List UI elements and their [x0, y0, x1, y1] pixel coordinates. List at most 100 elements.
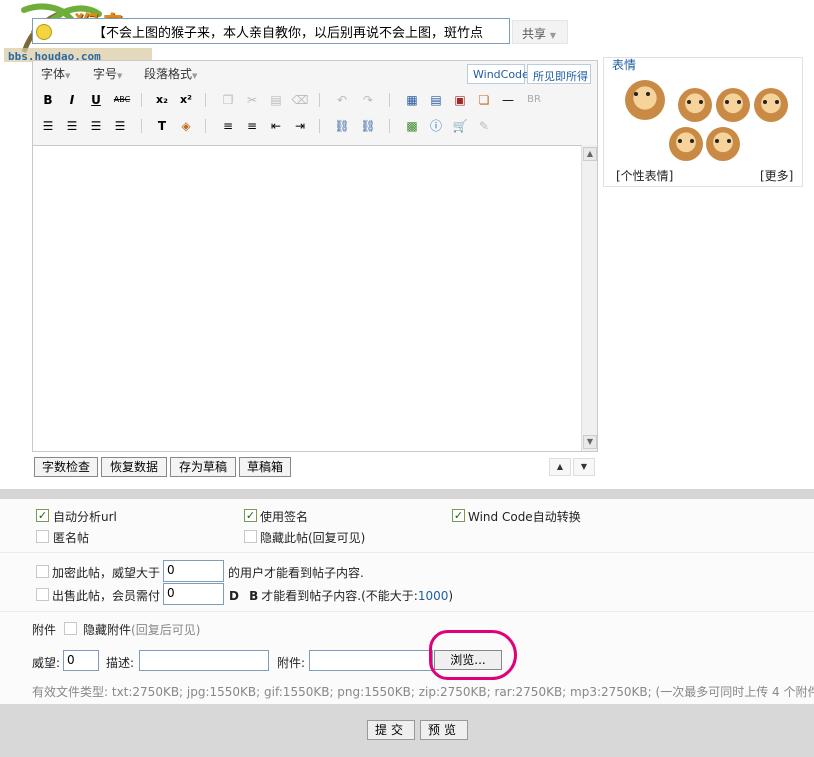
encrypt-suffix: 的用户才能看到帖子内容. — [228, 566, 364, 580]
windcode-convert-label: Wind Code自动转换 — [468, 510, 581, 524]
toolbar-separator — [389, 93, 390, 107]
align-justify-icon[interactable]: ☰ — [111, 117, 129, 135]
submit-button[interactable]: 提交 — [367, 720, 415, 740]
document-icon[interactable]: ▤ — [427, 91, 445, 109]
paragraph-format-menu[interactable]: 段落格式▼ — [144, 65, 197, 82]
auto-url-label: 自动分析url — [53, 510, 117, 524]
monkey-emoticon-icon[interactable] — [716, 88, 750, 122]
strikethrough-icon[interactable]: ABC — [111, 91, 133, 109]
chevron-down-icon: ▼ — [65, 72, 71, 80]
editor-scrollbar[interactable]: ▲ ▼ — [581, 145, 597, 451]
divider — [0, 611, 814, 612]
highlight-circle-annotation — [429, 630, 517, 680]
anonymous-label: 匿名帖 — [53, 531, 90, 545]
sell-checkbox[interactable] — [36, 588, 49, 601]
windcode-convert-checkbox[interactable]: ✓ — [452, 509, 465, 522]
insert-table-icon[interactable]: ▦ — [403, 91, 421, 109]
media-icon[interactable]: ▣ — [451, 91, 469, 109]
info-icon[interactable]: ⓘ — [427, 117, 445, 135]
indent-icon[interactable]: ⇥ — [291, 117, 309, 135]
prestige-label: 威望: — [32, 656, 61, 670]
horizontal-rule-icon[interactable]: — — [499, 91, 517, 109]
scroll-up-icon[interactable]: ▲ — [583, 147, 597, 161]
custom-emoticon-link[interactable]: [个性表情] — [616, 167, 673, 184]
monkey-emoticon-icon[interactable] — [678, 88, 712, 122]
insert-image-icon[interactable]: ▩ — [403, 117, 421, 135]
unordered-list-icon[interactable]: ≡ — [243, 117, 261, 135]
hide-attachment-note: (回复后可见) — [131, 623, 201, 637]
title-input[interactable]: 【不会上图的猴子来，本人亲自教你，以后别再说不会上图，斑竹点 — [32, 18, 510, 44]
link-icon[interactable]: ⛓ — [333, 117, 351, 135]
share-button[interactable]: 共享 ▼ — [512, 20, 568, 44]
draft-box-button[interactable]: 草稿箱 — [239, 457, 291, 477]
cut-icon[interactable]: ✂ — [243, 91, 261, 109]
italic-icon[interactable]: I — [63, 91, 81, 109]
file-path-input[interactable] — [309, 650, 433, 671]
font-color-icon[interactable]: T — [153, 117, 171, 135]
tab-windcode[interactable]: WindCode — [467, 64, 529, 84]
encrypt-prestige-input[interactable]: 0 — [163, 560, 224, 582]
toolbar-separator — [389, 119, 390, 133]
auto-url-checkbox[interactable]: ✓ — [36, 509, 49, 522]
font-menu[interactable]: 字体▼ — [41, 65, 70, 82]
encrypt-checkbox[interactable] — [36, 565, 49, 578]
smiley-icon[interactable] — [36, 24, 52, 40]
monkey-emoticon-icon[interactable] — [669, 127, 703, 161]
monkey-emoticon-icon[interactable] — [706, 127, 740, 161]
hide-attachment-checkbox[interactable] — [64, 622, 77, 635]
hide-attachment-text: 隐藏附件 — [83, 623, 132, 637]
toolbar-separator — [319, 119, 320, 133]
ordered-list-icon[interactable]: ≡ — [219, 117, 237, 135]
sell-suffix-text: 才能看到帖子内容.(不能大于: — [261, 589, 418, 603]
restore-data-button[interactable]: 恢复数据 — [101, 457, 167, 477]
align-left-icon[interactable]: ☰ — [39, 117, 57, 135]
undo-icon[interactable]: ↶ — [333, 91, 351, 109]
cart-icon[interactable]: 🛒 — [451, 117, 469, 135]
superscript-icon[interactable]: x² — [177, 91, 195, 109]
underline-icon[interactable]: U — [87, 91, 105, 109]
sell-price-input[interactable]: 0 — [163, 583, 224, 605]
paste-icon[interactable]: ▤ — [267, 91, 285, 109]
allowed-file-types: 有效文件类型: txt:2750KB; jpg:1550KB; gif:1550… — [32, 685, 814, 699]
copy-icon[interactable]: ❐ — [219, 91, 237, 109]
edit-icon[interactable]: ✎ — [475, 117, 493, 135]
outdent-icon[interactable]: ⇤ — [267, 117, 285, 135]
prestige-input[interactable]: 0 — [63, 650, 99, 671]
currency-db: D B — [229, 589, 262, 603]
scroll-down-icon[interactable]: ▼ — [583, 435, 597, 449]
preview-button[interactable]: 预览 — [420, 720, 468, 740]
eraser-icon[interactable]: ⌫ — [291, 91, 309, 109]
rich-text-editor: 字体▼ 字号▼ 段落格式▼ WindCode 所见即所得 B I U ABC x… — [32, 60, 598, 452]
shrink-editor-icon[interactable]: ▲ — [549, 458, 571, 476]
paragraph-menu-label: 段落格式 — [144, 67, 193, 81]
encrypt-label: 加密此帖，威望大于 — [52, 566, 161, 580]
hide-attachment-label: 隐藏附件(回复后可见) — [83, 621, 200, 638]
save-draft-button[interactable]: 存为草稿 — [170, 457, 236, 477]
tab-wysiwyg[interactable]: 所见即所得 — [527, 64, 591, 84]
more-emoticons-link[interactable]: [更多] — [760, 167, 793, 184]
monkey-emoticon-icon[interactable] — [625, 80, 665, 120]
sell-label: 出售此帖，会员需付 — [52, 589, 161, 603]
monkey-emoticon-icon[interactable] — [754, 88, 788, 122]
font-size-menu[interactable]: 字号▼ — [93, 65, 122, 82]
word-count-button[interactable]: 字数检查 — [34, 457, 98, 477]
redo-icon[interactable]: ↷ — [359, 91, 377, 109]
editor-content-area[interactable] — [33, 145, 597, 451]
quote-icon[interactable]: ❏ — [475, 91, 493, 109]
line-break-icon[interactable]: BR — [523, 91, 545, 109]
font-size-menu-label: 字号 — [93, 67, 118, 81]
expand-editor-icon[interactable]: ▼ — [573, 458, 595, 476]
chevron-down-icon: ▼ — [549, 31, 556, 40]
bold-icon[interactable]: B — [39, 91, 57, 109]
background-color-icon[interactable]: ◈ — [177, 117, 195, 135]
signature-checkbox[interactable]: ✓ — [244, 509, 257, 522]
share-label: 共享 — [522, 27, 547, 41]
align-right-icon[interactable]: ☰ — [87, 117, 105, 135]
align-center-icon[interactable]: ☰ — [63, 117, 81, 135]
anonymous-checkbox[interactable] — [36, 530, 49, 543]
hide-post-checkbox[interactable] — [244, 530, 257, 543]
description-input[interactable] — [139, 650, 269, 671]
sell-max-value: 1000 — [417, 589, 449, 603]
unlink-icon[interactable]: ⛓ — [359, 117, 377, 135]
subscript-icon[interactable]: x₂ — [153, 91, 171, 109]
